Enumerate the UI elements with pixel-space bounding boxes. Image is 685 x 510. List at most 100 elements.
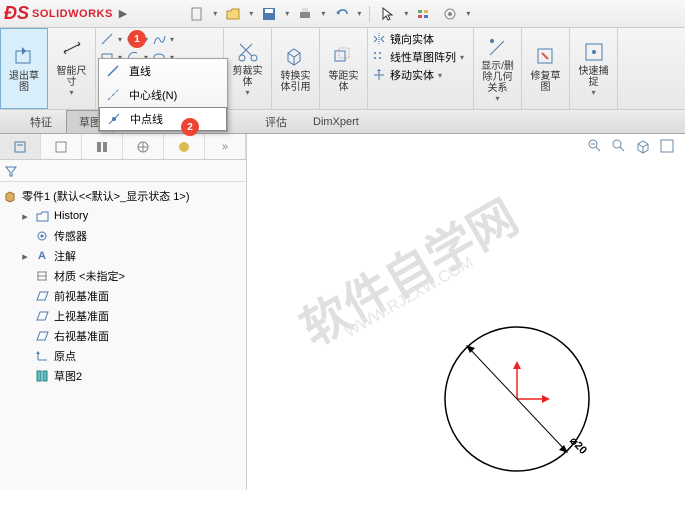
exit-sketch-button[interactable]: 退出草图 — [0, 28, 48, 109]
spline-tool-icon[interactable] — [152, 32, 166, 46]
dropdown-arrow-icon[interactable]: ▾ — [321, 9, 325, 18]
save-button[interactable] — [259, 4, 279, 24]
display-delete-relations-button[interactable]: 显示/删除几何关系 ▾ — [474, 28, 522, 109]
tree-front-plane[interactable]: 前视基准面 — [2, 286, 244, 306]
options-button[interactable] — [440, 4, 460, 24]
tab-dimxpert[interactable]: DimXpert — [301, 113, 371, 131]
midpoint-line-menu-item[interactable]: 中点线 — [99, 107, 227, 131]
filter-bar — [0, 160, 246, 182]
plane-icon — [34, 329, 50, 343]
view-toolbar — [587, 138, 677, 156]
tree-annotations[interactable]: ▸ A 注解 — [2, 246, 244, 266]
smart-dimension-button[interactable]: 智能尺寸 ▾ — [48, 28, 96, 109]
feature-tree-tab[interactable] — [0, 134, 41, 159]
repair-sketch-button[interactable]: 修复草图 — [522, 28, 570, 109]
rebuild-button[interactable] — [414, 4, 434, 24]
offset-label: 等距实体 — [326, 71, 361, 93]
pattern-group: 镜向实体 线性草图阵列 ▾ 移动实体 ▾ — [368, 28, 474, 109]
chevron-down-icon[interactable]: ▾ — [438, 71, 442, 80]
dimxpert-manager-tab[interactable] — [123, 134, 164, 159]
quick-snap-button[interactable]: 快速捕捉 ▾ — [570, 28, 618, 109]
expand-icon[interactable]: ▸ — [20, 210, 30, 223]
chevron-down-icon: ▾ — [495, 94, 499, 103]
dropdown-arrow-icon[interactable]: ▾ — [466, 9, 470, 18]
feature-tree: 零件1 (默认<<默认>_显示状态 1>) ▸ History 传感器 ▸ A … — [0, 182, 246, 390]
linear-pattern-icon — [372, 50, 386, 64]
dropdown-arrow-icon[interactable]: ▾ — [249, 9, 253, 18]
mirror-label[interactable]: 镜向实体 — [390, 31, 434, 47]
select-button[interactable] — [378, 4, 398, 24]
tree-sensors[interactable]: 传感器 — [2, 226, 244, 246]
tree-history-label: History — [54, 210, 88, 222]
annotations-icon: A — [34, 249, 50, 263]
part-icon — [2, 189, 18, 203]
tab-feature[interactable]: 特征 — [18, 111, 64, 133]
zoom-fit-icon[interactable] — [587, 138, 605, 156]
move-label[interactable]: 移动实体 — [390, 67, 434, 83]
graphics-area[interactable]: 软件自学网 WWW.RJZXW.COM ⌀20 — [247, 134, 685, 490]
dropdown-arrow-icon[interactable]: ▾ — [285, 9, 289, 18]
panel-expand-tab[interactable]: » — [205, 134, 246, 159]
display-manager-tab[interactable] — [164, 134, 205, 159]
tree-sketch-label: 草图2 — [54, 368, 82, 384]
title-arrow-icon[interactable]: ▶ — [119, 7, 127, 20]
quick-access-toolbar: ▾ ▾ ▾ ▾ ▾ ▾ ▾ — [187, 4, 470, 24]
chevron-down-icon: ▾ — [591, 88, 595, 97]
chevron-down-icon[interactable]: ▾ — [460, 53, 464, 62]
tree-front-label: 前视基准面 — [54, 288, 109, 304]
expand-icon[interactable]: ▸ — [20, 250, 30, 263]
undo-button[interactable] — [331, 4, 351, 24]
chevron-down-icon[interactable]: ▾ — [170, 35, 174, 44]
property-manager-tab[interactable] — [41, 134, 82, 159]
offset-icon — [332, 45, 356, 69]
sketch-drawing — [397, 299, 637, 490]
tree-material[interactable]: 材质 <未指定> — [2, 266, 244, 286]
offset-entities-button[interactable]: 等距实体 — [320, 28, 368, 109]
tree-history[interactable]: ▸ History — [2, 206, 244, 226]
chevron-down-icon[interactable]: ▾ — [118, 35, 122, 44]
tree-right-plane[interactable]: 右视基准面 — [2, 326, 244, 346]
filter-icon[interactable] — [4, 164, 18, 178]
chevron-down-icon: ▾ — [245, 88, 249, 97]
origin-icon — [34, 349, 50, 363]
trim-entities-button[interactable]: 剪裁实体 ▾ — [224, 28, 272, 109]
display-style-icon[interactable] — [659, 138, 677, 156]
view-orientation-icon[interactable] — [635, 138, 653, 156]
material-icon — [34, 269, 50, 283]
annotation-badge-1: 1 — [128, 30, 146, 48]
snap-label: 快速捕捉 — [576, 66, 611, 88]
zoom-area-icon[interactable] — [611, 138, 629, 156]
relations-label: 显示/删除几何关系 — [480, 61, 515, 94]
dropdown-arrow-icon[interactable]: ▾ — [357, 9, 361, 18]
tree-sketch2[interactable]: 草图2 — [2, 366, 244, 386]
line-tool-icon[interactable] — [100, 32, 114, 46]
history-icon — [34, 209, 50, 223]
tree-root[interactable]: 零件1 (默认<<默认>_显示状态 1>) — [2, 186, 244, 206]
tree-top-plane[interactable]: 上视基准面 — [2, 306, 244, 326]
tree-right-label: 右视基准面 — [54, 328, 109, 344]
dropdown-arrow-icon[interactable]: ▾ — [213, 9, 217, 18]
convert-icon — [284, 45, 308, 69]
linear-pattern-label[interactable]: 线性草图阵列 — [390, 49, 456, 65]
main-area: » 零件1 (默认<<默认>_显示状态 1>) ▸ History 传感器 ▸ — [0, 134, 685, 490]
brand-text: SOLIDWORKS — [32, 8, 113, 20]
centerline-icon — [105, 87, 121, 103]
plane-icon — [34, 289, 50, 303]
tree-origin[interactable]: 原点 — [2, 346, 244, 366]
tree-origin-label: 原点 — [54, 348, 76, 364]
config-manager-tab[interactable] — [82, 134, 123, 159]
line-menu-item[interactable]: 直线 — [99, 59, 227, 83]
midpoint-line-label: 中点线 — [130, 111, 163, 127]
open-file-button[interactable] — [223, 4, 243, 24]
centerline-menu-item[interactable]: 中心线(N) — [99, 83, 227, 107]
feature-manager-panel: » 零件1 (默认<<默认>_显示状态 1>) ▸ History 传感器 ▸ — [0, 134, 247, 490]
print-button[interactable] — [295, 4, 315, 24]
tree-top-label: 上视基准面 — [54, 308, 109, 324]
ds-logo-icon: ƉS — [4, 3, 29, 24]
tab-evaluate[interactable]: 评估 — [253, 111, 299, 133]
dropdown-arrow-icon[interactable]: ▾ — [404, 9, 408, 18]
trim-icon — [236, 40, 260, 64]
new-file-button[interactable] — [187, 4, 207, 24]
convert-entities-button[interactable]: 转换实体引用 — [272, 28, 320, 109]
annotation-badge-2: 2 — [181, 118, 199, 136]
